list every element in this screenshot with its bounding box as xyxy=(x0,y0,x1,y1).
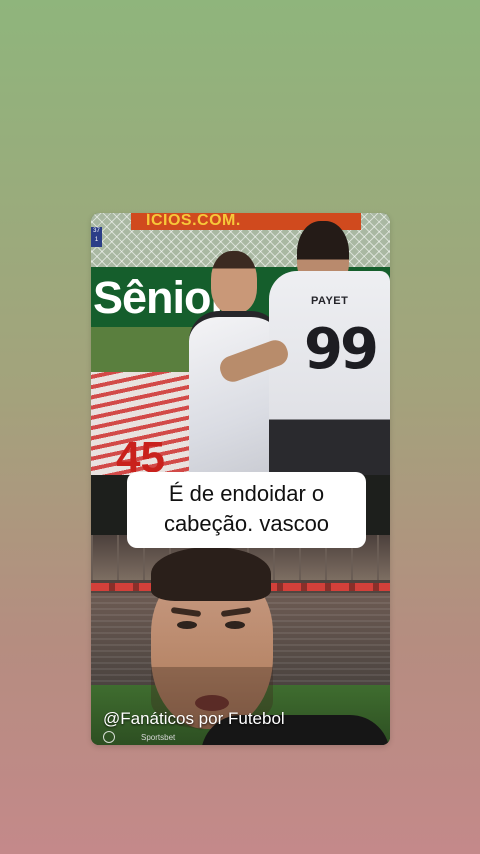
player-name: PAYET xyxy=(311,295,349,307)
scorebug-value: 1 xyxy=(94,237,99,243)
player-number: 99 xyxy=(304,317,379,382)
caption-box: É de endoidar o cabeção. vascoo xyxy=(127,472,366,548)
advertising-number: 45 xyxy=(116,433,165,475)
record-indicator-icon xyxy=(103,731,115,743)
fan-hair xyxy=(151,547,271,601)
fan-eye xyxy=(177,621,197,629)
story-card[interactable]: ÍCIOS.COM. 37 1 Sênior 45 PAYET 99 É de … xyxy=(91,213,390,745)
caption-line: cabeção. vascoo xyxy=(163,511,330,536)
player-head xyxy=(211,251,257,313)
match-video-frame: ÍCIOS.COM. 37 1 Sênior 45 PAYET 99 xyxy=(91,213,390,475)
fan-eye xyxy=(225,621,245,629)
scorebug: 37 1 xyxy=(91,227,102,247)
player-right: PAYET 99 xyxy=(269,221,390,475)
scorebug-value: 37 xyxy=(93,228,100,234)
shirt-logo: Sportsbet xyxy=(141,733,176,742)
watermark-handle[interactable]: @Fanáticos por Futebol xyxy=(103,709,285,729)
caption-line: É de endoidar o xyxy=(168,481,325,506)
reaction-video-frame: Sportsbet @Fanáticos por Futebol xyxy=(91,535,390,745)
top-ad-text: ÍCIOS.COM. xyxy=(146,213,241,229)
player-shirt xyxy=(189,311,281,475)
